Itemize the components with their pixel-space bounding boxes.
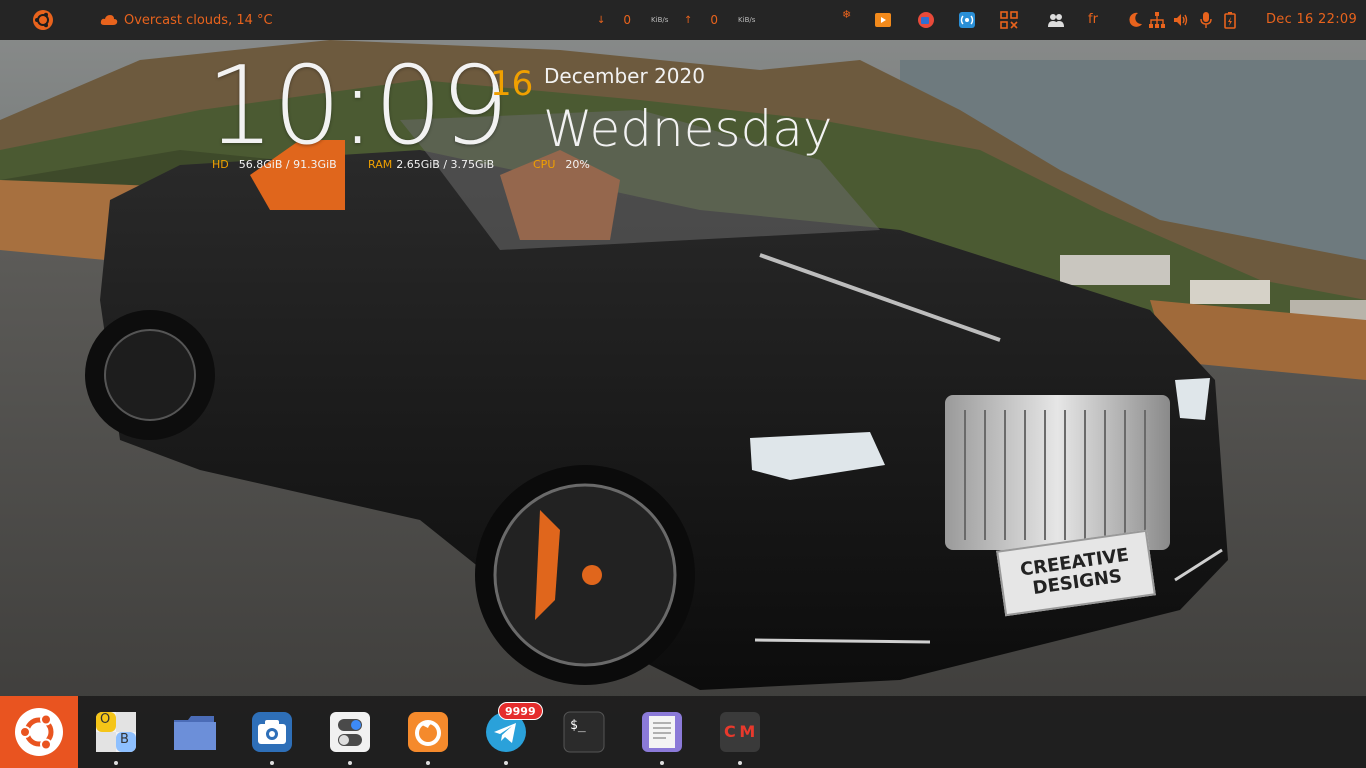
dock-app-telegram[interactable]: 9999 [484,702,543,765]
conky-hd-stat: HD 56.8GiB / 91.3GiB [212,158,337,171]
grid-icon[interactable] [1000,11,1018,29]
dock-app-firefox[interactable] [406,710,450,765]
users-icon[interactable] [1047,11,1065,29]
conky-clock: 10:09 [206,44,509,169]
activities-button[interactable] [30,0,56,40]
ob-letter-o: O [100,712,111,727]
hd-label: HD [212,158,229,171]
ob-letter-b: B [120,732,129,747]
ram-value: 2.65GiB / 3.75GiB [396,158,495,171]
app-indicator-icon[interactable] [917,11,935,29]
cm-app-text: C M [724,722,755,741]
net-down-unit: KiB/s [651,16,669,24]
conky-month-year: December 2020 [544,64,705,88]
net-down-value: 0 [623,13,632,27]
ubuntu-logo-icon [15,708,63,756]
conky-ram-stat: RAM 2.65GiB / 3.75GiB [368,158,494,171]
dock-app-settings[interactable] [328,710,372,765]
dock: O B 9999 $_ C M [0,696,1366,768]
network-icon[interactable] [1148,11,1166,29]
weather-indicator[interactable]: Overcast clouds, 14 °C [100,0,273,40]
weather-text: Overcast clouds, 14 °C [124,12,273,28]
cpu-label: CPU [533,158,556,171]
running-indicator [114,761,118,765]
clock-datetime[interactable]: Dec 16 22:09 [1266,12,1357,27]
hd-value: 56.8GiB / 91.3GiB [238,158,337,171]
download-arrow-icon: ↓ [597,14,606,26]
net-up-value: 0 [710,13,719,27]
volume-icon[interactable] [1172,11,1190,29]
terminal-prompt: $_ [570,718,586,733]
conky-day-number: 16 [490,64,534,104]
running-indicator [660,761,664,765]
running-indicator [270,761,274,765]
running-indicator [348,761,352,765]
notification-badge: 9999 [498,702,543,720]
running-indicator [738,761,742,765]
show-applications-button[interactable] [0,696,78,768]
text-editor-icon [642,712,682,752]
net-up-unit: KiB/s [738,16,756,24]
top-panel: Overcast clouds, 14 °C ↓ 0 KiB/s ↑ 0 KiB… [0,0,1366,40]
snowflake-icon[interactable]: ❄ [842,8,851,21]
running-indicator [426,761,430,765]
dock-app-terminal[interactable]: $_ [562,710,606,754]
cpu-value: 20% [565,158,590,171]
firefox-icon [408,712,448,752]
conky-cpu-stat: CPU 20% [533,158,590,171]
media-player-icon[interactable] [874,11,892,29]
toggle-switch-icon [330,712,370,752]
dock-app-cm[interactable]: C M [718,710,762,765]
weather-cloud-icon [100,15,118,25]
hotspot-icon[interactable] [958,11,976,29]
running-indicator [504,761,508,765]
folder-icon [174,716,218,750]
upload-arrow-icon: ↑ [684,14,693,26]
dock-app-screenshot[interactable] [250,710,294,765]
conky-weekday: Wednesday [543,100,833,158]
dock-app-files[interactable] [172,710,218,754]
ubuntu-logo-icon [33,10,53,30]
camera-icon [252,712,292,752]
night-mode-icon[interactable] [1126,11,1144,29]
dock-app-ob[interactable]: O B [94,710,138,765]
net-download[interactable]: ↓ 0 KiB/s [597,0,668,40]
dock-app-text-editor[interactable] [640,710,684,765]
net-upload[interactable]: ↑ 0 KiB/s [684,0,755,40]
ram-label: RAM [368,158,393,171]
battery-icon[interactable] [1221,11,1239,29]
keyboard-layout-indicator[interactable]: fr [1088,12,1098,27]
microphone-icon[interactable] [1197,11,1215,29]
